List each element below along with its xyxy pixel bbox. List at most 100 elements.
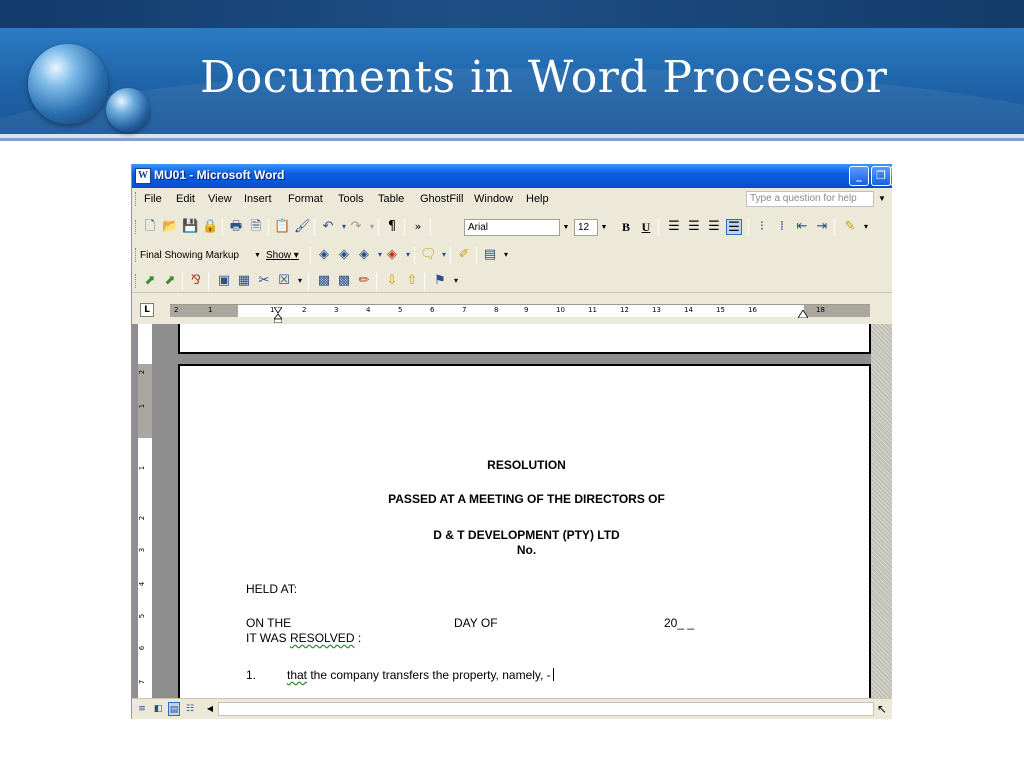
- show-menu-button[interactable]: Show ▾: [266, 250, 299, 261]
- vertical-ruler-number: 5: [138, 613, 147, 619]
- toolbar-separator: [450, 247, 451, 264]
- toolbar-separator: [310, 247, 311, 264]
- track-changes-icon[interactable]: ✐: [456, 247, 472, 263]
- bottom-bar: ≡ ◧ ▤ ☷ ◀ ↖: [132, 698, 892, 719]
- web-layout-icon[interactable]: ◧: [152, 702, 164, 716]
- ghostfill-form-icon[interactable]: ▣: [216, 273, 232, 289]
- print-layout-icon[interactable]: ▤: [168, 702, 180, 716]
- open-folder-icon[interactable]: 📂: [162, 219, 178, 235]
- ghostfill-mark-icon[interactable]: ⅋: [188, 273, 204, 289]
- menu-table[interactable]: Table: [378, 193, 404, 205]
- vertical-ruler[interactable]: 2 1 1 2 3 4 5 6 7: [138, 324, 152, 698]
- menu-insert[interactable]: Insert: [244, 193, 272, 205]
- ghostfill-export-icon[interactable]: ⇧: [404, 273, 420, 289]
- accept-change-icon[interactable]: ◈: [356, 247, 372, 263]
- menu-tools[interactable]: Tools: [338, 193, 364, 205]
- paste-icon[interactable]: 📋: [274, 219, 290, 235]
- toolbar-grip[interactable]: [135, 248, 138, 262]
- highlight-icon[interactable]: ✎: [842, 219, 858, 235]
- align-center-icon[interactable]: ☰: [686, 219, 702, 235]
- display-for-review-dropdown-icon[interactable]: ▼: [254, 252, 261, 259]
- ghostfill-table-icon[interactable]: ▩: [316, 273, 332, 289]
- close-button[interactable]: [890, 166, 892, 186]
- next-change-icon[interactable]: ◈: [336, 247, 352, 263]
- menu-ghostfill[interactable]: GhostFill: [420, 193, 463, 205]
- resize-cursor-icon[interactable]: ↖: [877, 702, 887, 716]
- ghostfill-cut-icon[interactable]: ✂: [256, 273, 272, 289]
- bullets-icon[interactable]: ⁞: [774, 219, 790, 235]
- ruler-number: 1: [208, 306, 213, 314]
- vertical-scrollbar[interactable]: [871, 324, 892, 698]
- underline-button[interactable]: U: [638, 219, 654, 235]
- menu-help[interactable]: Help: [526, 193, 549, 205]
- increase-indent-icon[interactable]: ⇥: [814, 219, 830, 235]
- scroll-left-icon[interactable]: ◀: [204, 702, 216, 716]
- tab-selector[interactable]: L: [140, 303, 154, 317]
- print-icon[interactable]: 🖶: [228, 219, 244, 235]
- outline-view-icon[interactable]: ☷: [184, 702, 196, 716]
- save-icon[interactable]: 💾: [182, 219, 198, 235]
- maximize-button[interactable]: ❐: [871, 166, 891, 186]
- align-left-icon[interactable]: ☰: [666, 219, 682, 235]
- ghostfill-fill-icon[interactable]: ⬈: [162, 273, 178, 289]
- highlight-dropdown-icon[interactable]: ▾: [858, 219, 874, 235]
- document-page[interactable]: RESOLUTION PASSED AT A MEETING OF THE DI…: [178, 364, 871, 698]
- display-for-review-select[interactable]: Final Showing Markup: [140, 250, 239, 261]
- new-document-icon[interactable]: 🗋: [142, 219, 158, 235]
- doc-day-of: DAY OF: [454, 616, 498, 630]
- justify-icon[interactable]: ☰: [726, 219, 742, 235]
- ghostfill-grid-icon[interactable]: ▩: [336, 273, 352, 289]
- menu-window[interactable]: Window: [474, 193, 513, 205]
- menu-format[interactable]: Format: [288, 193, 323, 205]
- ask-question-dropdown-icon[interactable]: ▼: [878, 194, 886, 203]
- show-hide-icon[interactable]: ¶: [384, 219, 400, 235]
- undo-icon[interactable]: ↶: [320, 219, 336, 235]
- toolbar-separator: [430, 219, 431, 236]
- toolbar-options-icon[interactable]: ▾: [448, 273, 464, 289]
- font-size-select[interactable]: 12: [574, 219, 598, 236]
- ghostfill-field-icon[interactable]: ⬈: [142, 273, 158, 289]
- menu-grip[interactable]: [135, 192, 138, 206]
- format-painter-icon[interactable]: 🖌: [294, 219, 311, 235]
- toolbar-separator: [182, 273, 183, 290]
- toolbar-options-icon[interactable]: »: [410, 219, 426, 235]
- reviewing-pane-icon[interactable]: ▤: [482, 247, 498, 263]
- font-size-dropdown-icon[interactable]: ▼: [598, 219, 610, 236]
- window-titlebar[interactable]: W MU01 - Microsoft Word _ ❐: [132, 164, 892, 188]
- bold-button[interactable]: B: [618, 219, 634, 235]
- ghostfill-bookmark-icon[interactable]: ⚑: [432, 273, 448, 289]
- insert-comment-icon[interactable]: 🗨: [420, 247, 437, 263]
- toolbar-grip[interactable]: [135, 220, 138, 234]
- horizontal-ruler[interactable]: 2 1 1 2 3 4 5 6 7 8 9 10 11 12 13 14 15 …: [170, 304, 870, 323]
- menu-view[interactable]: View: [208, 193, 232, 205]
- menu-bar: File Edit View Insert Format Tools Table…: [132, 188, 892, 210]
- ghostfill-brush-icon[interactable]: ✏: [356, 273, 372, 289]
- font-name-select[interactable]: Arial: [464, 219, 560, 236]
- word-app-icon[interactable]: W: [135, 168, 151, 184]
- permission-icon[interactable]: 🔒: [202, 219, 218, 235]
- print-preview-icon[interactable]: 🗎: [248, 219, 264, 235]
- right-indent-marker-icon[interactable]: [798, 310, 808, 318]
- ruler-number: 14: [684, 306, 693, 314]
- previous-change-icon[interactable]: ◈: [316, 247, 332, 263]
- toolbar-grip[interactable]: [135, 274, 138, 288]
- decrease-indent-icon[interactable]: ⇤: [794, 219, 810, 235]
- redo-icon[interactable]: ↷: [348, 219, 364, 235]
- minimize-button[interactable]: _: [849, 166, 869, 186]
- horizontal-scrollbar[interactable]: [218, 702, 874, 716]
- toolbar-options-icon[interactable]: ▾: [292, 273, 308, 289]
- menu-file[interactable]: File: [144, 193, 162, 205]
- toolbar-options-icon[interactable]: ▾: [498, 247, 514, 263]
- ask-question-input[interactable]: Type a question for help: [746, 191, 874, 207]
- ruler-number: 18: [816, 306, 825, 314]
- menu-edit[interactable]: Edit: [176, 193, 195, 205]
- ghostfill-import-icon[interactable]: ⇩: [384, 273, 400, 289]
- numbering-icon[interactable]: ⁝: [754, 219, 770, 235]
- ghostfill-edit-icon[interactable]: ▦: [236, 273, 252, 289]
- indent-marker-icon[interactable]: [274, 307, 282, 323]
- ghostfill-check-icon[interactable]: ☒: [276, 273, 292, 289]
- font-name-dropdown-icon[interactable]: ▼: [560, 219, 572, 236]
- align-right-icon[interactable]: ☰: [706, 219, 722, 235]
- normal-view-icon[interactable]: ≡: [136, 702, 148, 716]
- reject-change-icon[interactable]: ◈: [384, 247, 400, 263]
